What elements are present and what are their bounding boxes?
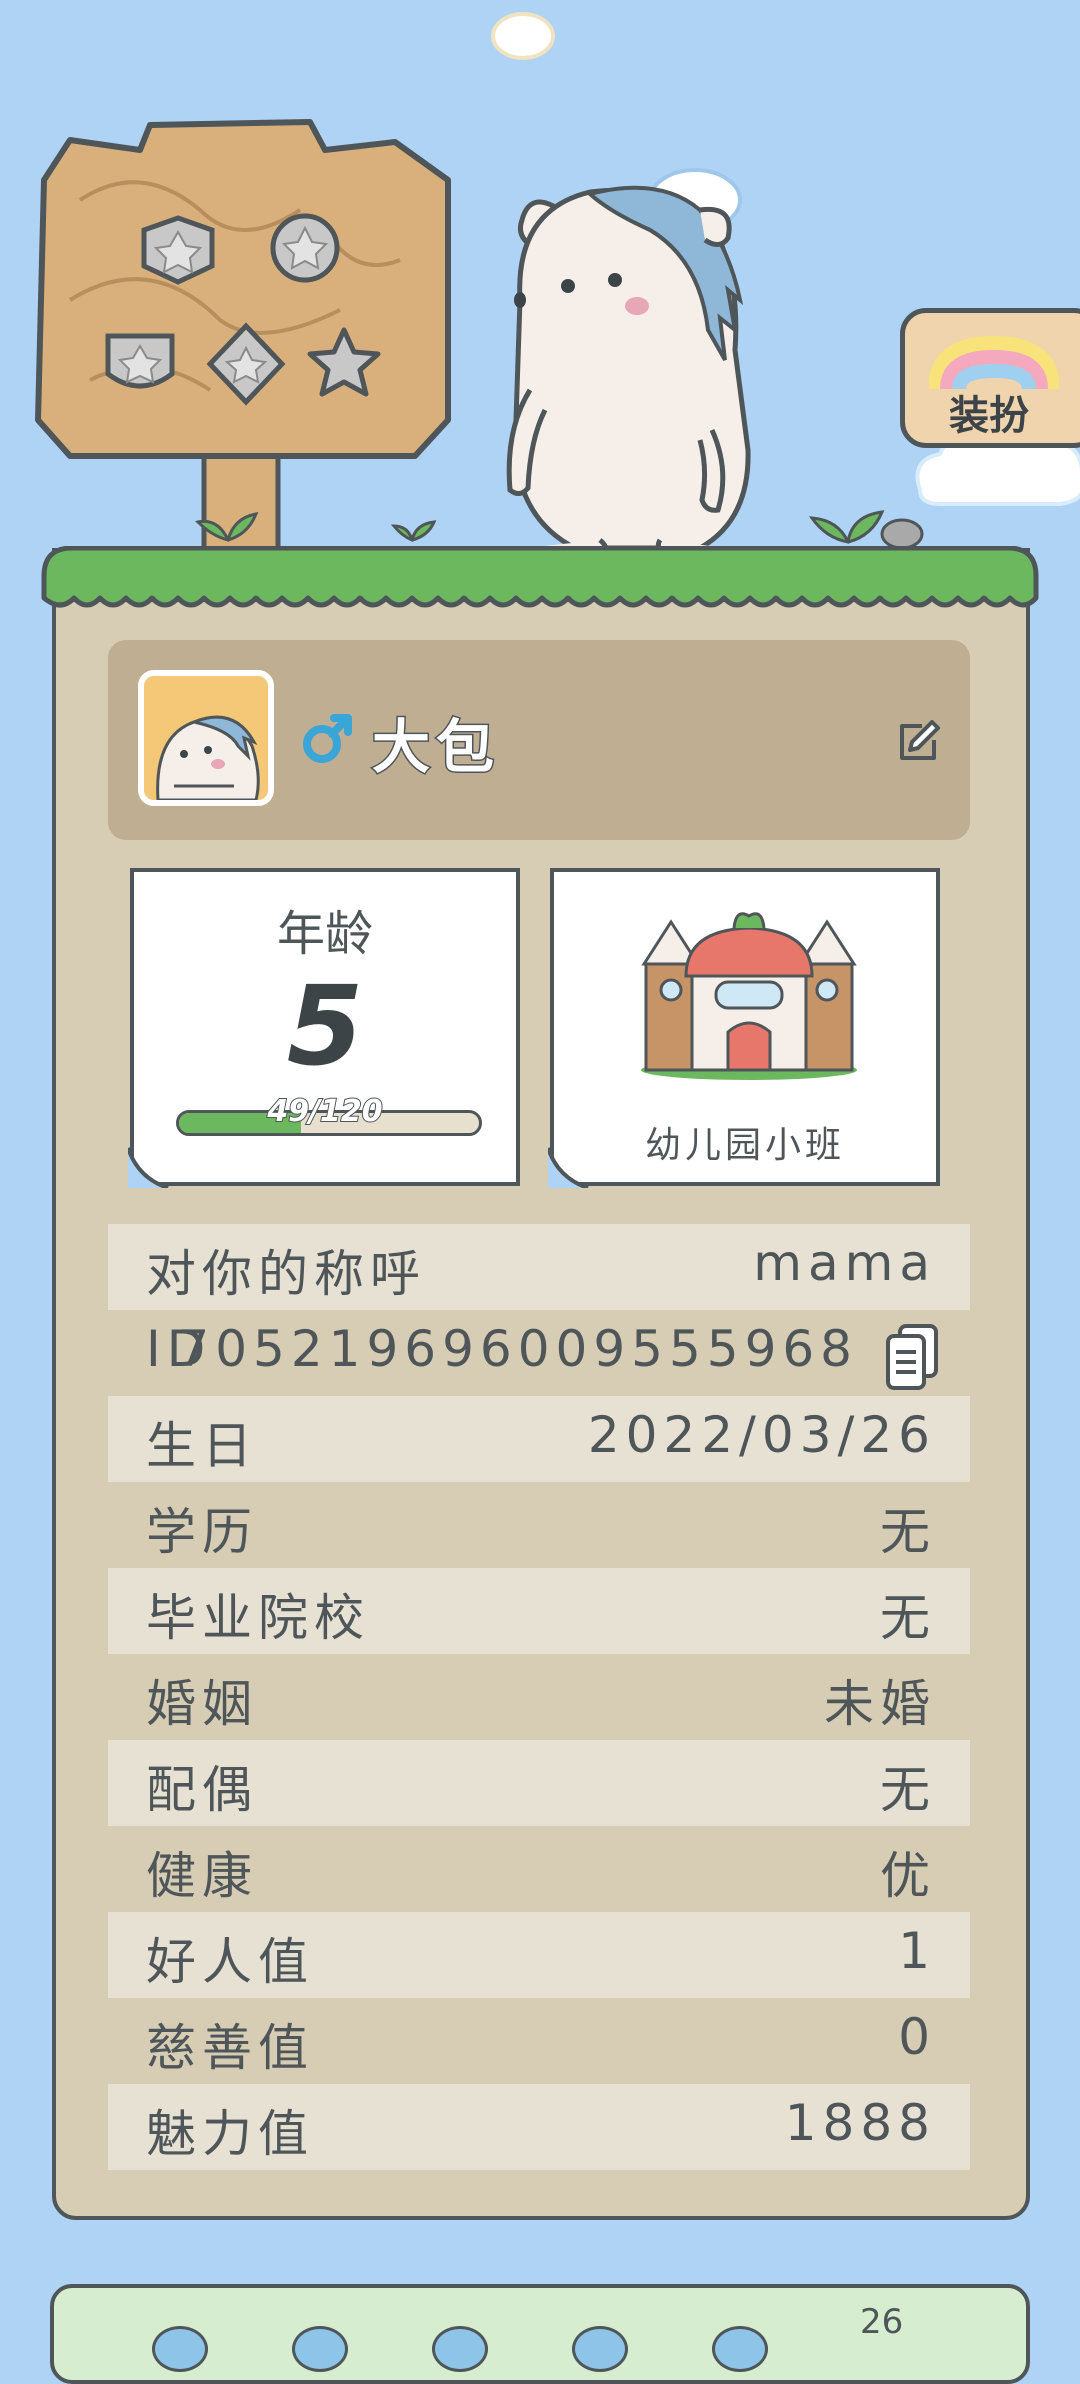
page-fold bbox=[548, 1144, 592, 1188]
bottom-item-icon[interactable] bbox=[152, 2326, 208, 2372]
bottom-item-icon[interactable] bbox=[572, 2326, 628, 2372]
dressup-button[interactable]: 装扮 bbox=[900, 308, 1080, 448]
info-label: 配偶 bbox=[146, 1761, 258, 1819]
info-value: 无 bbox=[880, 1761, 936, 1819]
info-row-charm: 魅力值 1888 bbox=[108, 2084, 970, 2170]
age-card: 年龄 5 49/120 bbox=[128, 868, 520, 1188]
character-name: 大包 bbox=[370, 712, 501, 783]
edit-pencil-icon[interactable] bbox=[894, 718, 942, 766]
medal-signpost bbox=[35, 119, 451, 553]
bottom-item-icon[interactable] bbox=[712, 2326, 768, 2372]
info-label: 毕业院校 bbox=[146, 1589, 370, 1647]
info-value: 7052196960095559​68 bbox=[177, 1320, 858, 1378]
info-value: 1 bbox=[898, 1922, 936, 1980]
info-label: 婚姻 bbox=[146, 1675, 258, 1733]
avatar-character-icon bbox=[156, 715, 260, 800]
info-label: 学历 bbox=[146, 1503, 258, 1561]
info-label: 魅力值 bbox=[146, 2105, 314, 2163]
info-row-goodness: 好人值 1 bbox=[108, 1912, 970, 1998]
info-label: 对你的称呼 bbox=[146, 1245, 426, 1303]
info-value: 未婚 bbox=[824, 1675, 936, 1733]
medal-icon-3 bbox=[105, 333, 175, 389]
kindergarten-building-icon bbox=[641, 912, 857, 1080]
info-value: 优 bbox=[880, 1847, 936, 1905]
medal-icon-2 bbox=[270, 213, 340, 283]
info-row-school: 毕业院校 无 bbox=[108, 1568, 970, 1654]
page-fold bbox=[128, 1144, 172, 1188]
avatar[interactable] bbox=[138, 670, 274, 806]
info-row-id: ID 7052196960095559​68 bbox=[108, 1310, 970, 1396]
age-value: 5 bbox=[286, 962, 364, 1090]
info-row-birthday: 生日 2022/03/26 bbox=[108, 1396, 970, 1482]
info-row-health: 健康 优 bbox=[108, 1826, 970, 1912]
male-symbol-icon bbox=[303, 714, 352, 763]
info-row-spouse: 配偶 无 bbox=[108, 1740, 970, 1826]
info-value: 0 bbox=[898, 2008, 936, 2066]
school-card[interactable]: 幼儿园小班 bbox=[548, 868, 940, 1188]
dressup-label: 装扮 bbox=[949, 393, 1029, 439]
info-row-address: 对你的称呼 mama bbox=[108, 1224, 970, 1310]
copy-icon[interactable] bbox=[884, 1322, 942, 1392]
info-row-marriage: 婚姻 未婚 bbox=[108, 1654, 970, 1740]
grass-top bbox=[41, 546, 1039, 608]
info-label: 慈善值 bbox=[146, 2019, 314, 2077]
info-row-education: 学历 无 bbox=[108, 1482, 970, 1568]
info-value: 2022/03/26 bbox=[587, 1406, 936, 1464]
bottom-item-icon[interactable] bbox=[292, 2326, 348, 2372]
info-label: 健康 bbox=[146, 1847, 258, 1905]
bottom-item-icon[interactable] bbox=[432, 2326, 488, 2372]
info-value: mama bbox=[753, 1234, 936, 1292]
info-value: 无 bbox=[880, 1503, 936, 1561]
bottom-panel-number: 26 bbox=[860, 2302, 904, 2342]
medal-icon-1 bbox=[141, 215, 215, 285]
school-stage-label: 幼儿园小班 bbox=[644, 1125, 845, 1166]
info-label: 好人值 bbox=[146, 1933, 314, 1991]
cloud-small bbox=[491, 12, 555, 60]
age-label: 年龄 bbox=[276, 906, 373, 962]
age-progress-text: 49/120 bbox=[266, 1093, 383, 1130]
character-hedgehog bbox=[506, 185, 751, 563]
info-row-charity: 慈善值 0 bbox=[108, 1998, 970, 2084]
info-label: 生日 bbox=[146, 1417, 258, 1475]
info-value: 1888 bbox=[784, 2094, 936, 2152]
info-value: 无 bbox=[880, 1589, 936, 1647]
